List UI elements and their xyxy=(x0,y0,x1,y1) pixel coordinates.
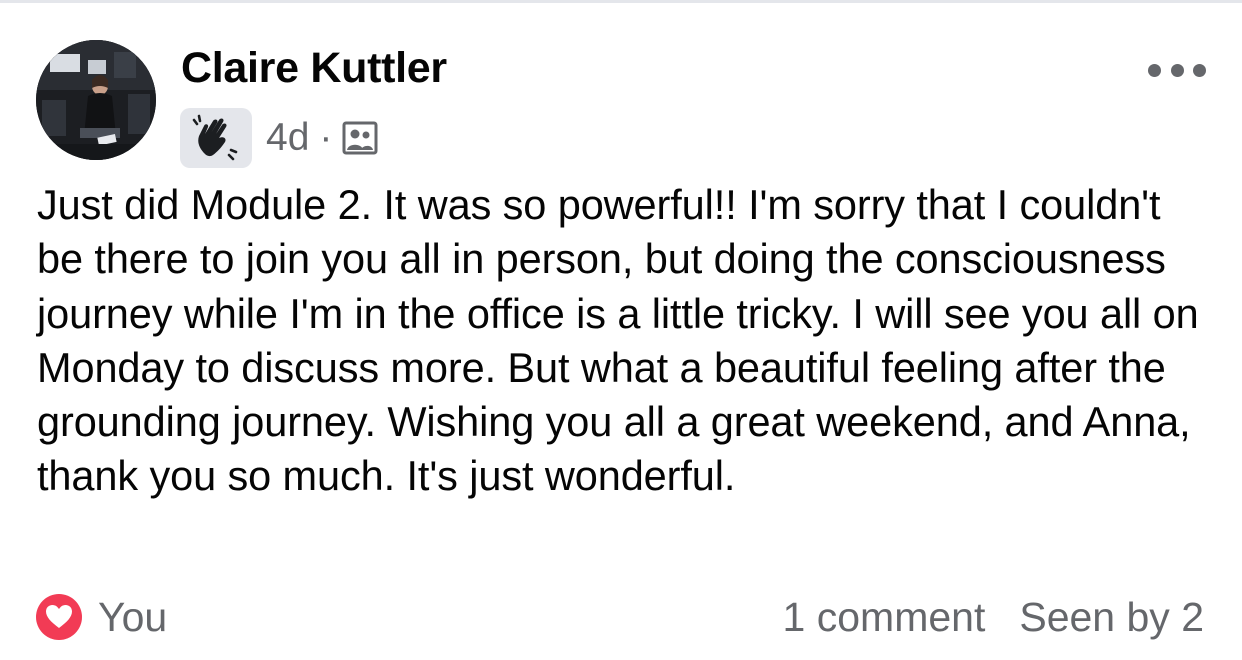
more-options-button[interactable] xyxy=(1148,56,1206,84)
author-name[interactable]: Claire Kuttler xyxy=(181,44,447,93)
avatar-photo xyxy=(36,40,156,160)
reaction-names: You xyxy=(98,593,168,640)
reactions-summary[interactable]: You xyxy=(36,594,167,640)
ellipsis-icon xyxy=(1148,63,1161,77)
seen-by-count[interactable]: Seen by 2 xyxy=(1019,594,1204,641)
member-badge[interactable] xyxy=(180,108,252,168)
avatar[interactable] xyxy=(36,40,156,160)
ellipsis-dot xyxy=(1170,63,1184,77)
heart-icon xyxy=(36,594,82,640)
post-meta: 4d · xyxy=(180,108,378,168)
post-stats: 1 comment Seen by 2 xyxy=(783,592,1204,642)
ellipsis-dot xyxy=(1193,63,1206,77)
group-members-icon xyxy=(342,120,378,156)
post-timestamp[interactable]: 4d xyxy=(266,116,309,160)
top-divider xyxy=(0,0,1242,3)
waving-hand-icon xyxy=(192,114,238,161)
comments-count[interactable]: 1 comment xyxy=(783,594,986,641)
meta-separator: · xyxy=(319,116,333,159)
post-body-text: Just did Module 2. It was so powerful!! … xyxy=(37,181,1199,500)
